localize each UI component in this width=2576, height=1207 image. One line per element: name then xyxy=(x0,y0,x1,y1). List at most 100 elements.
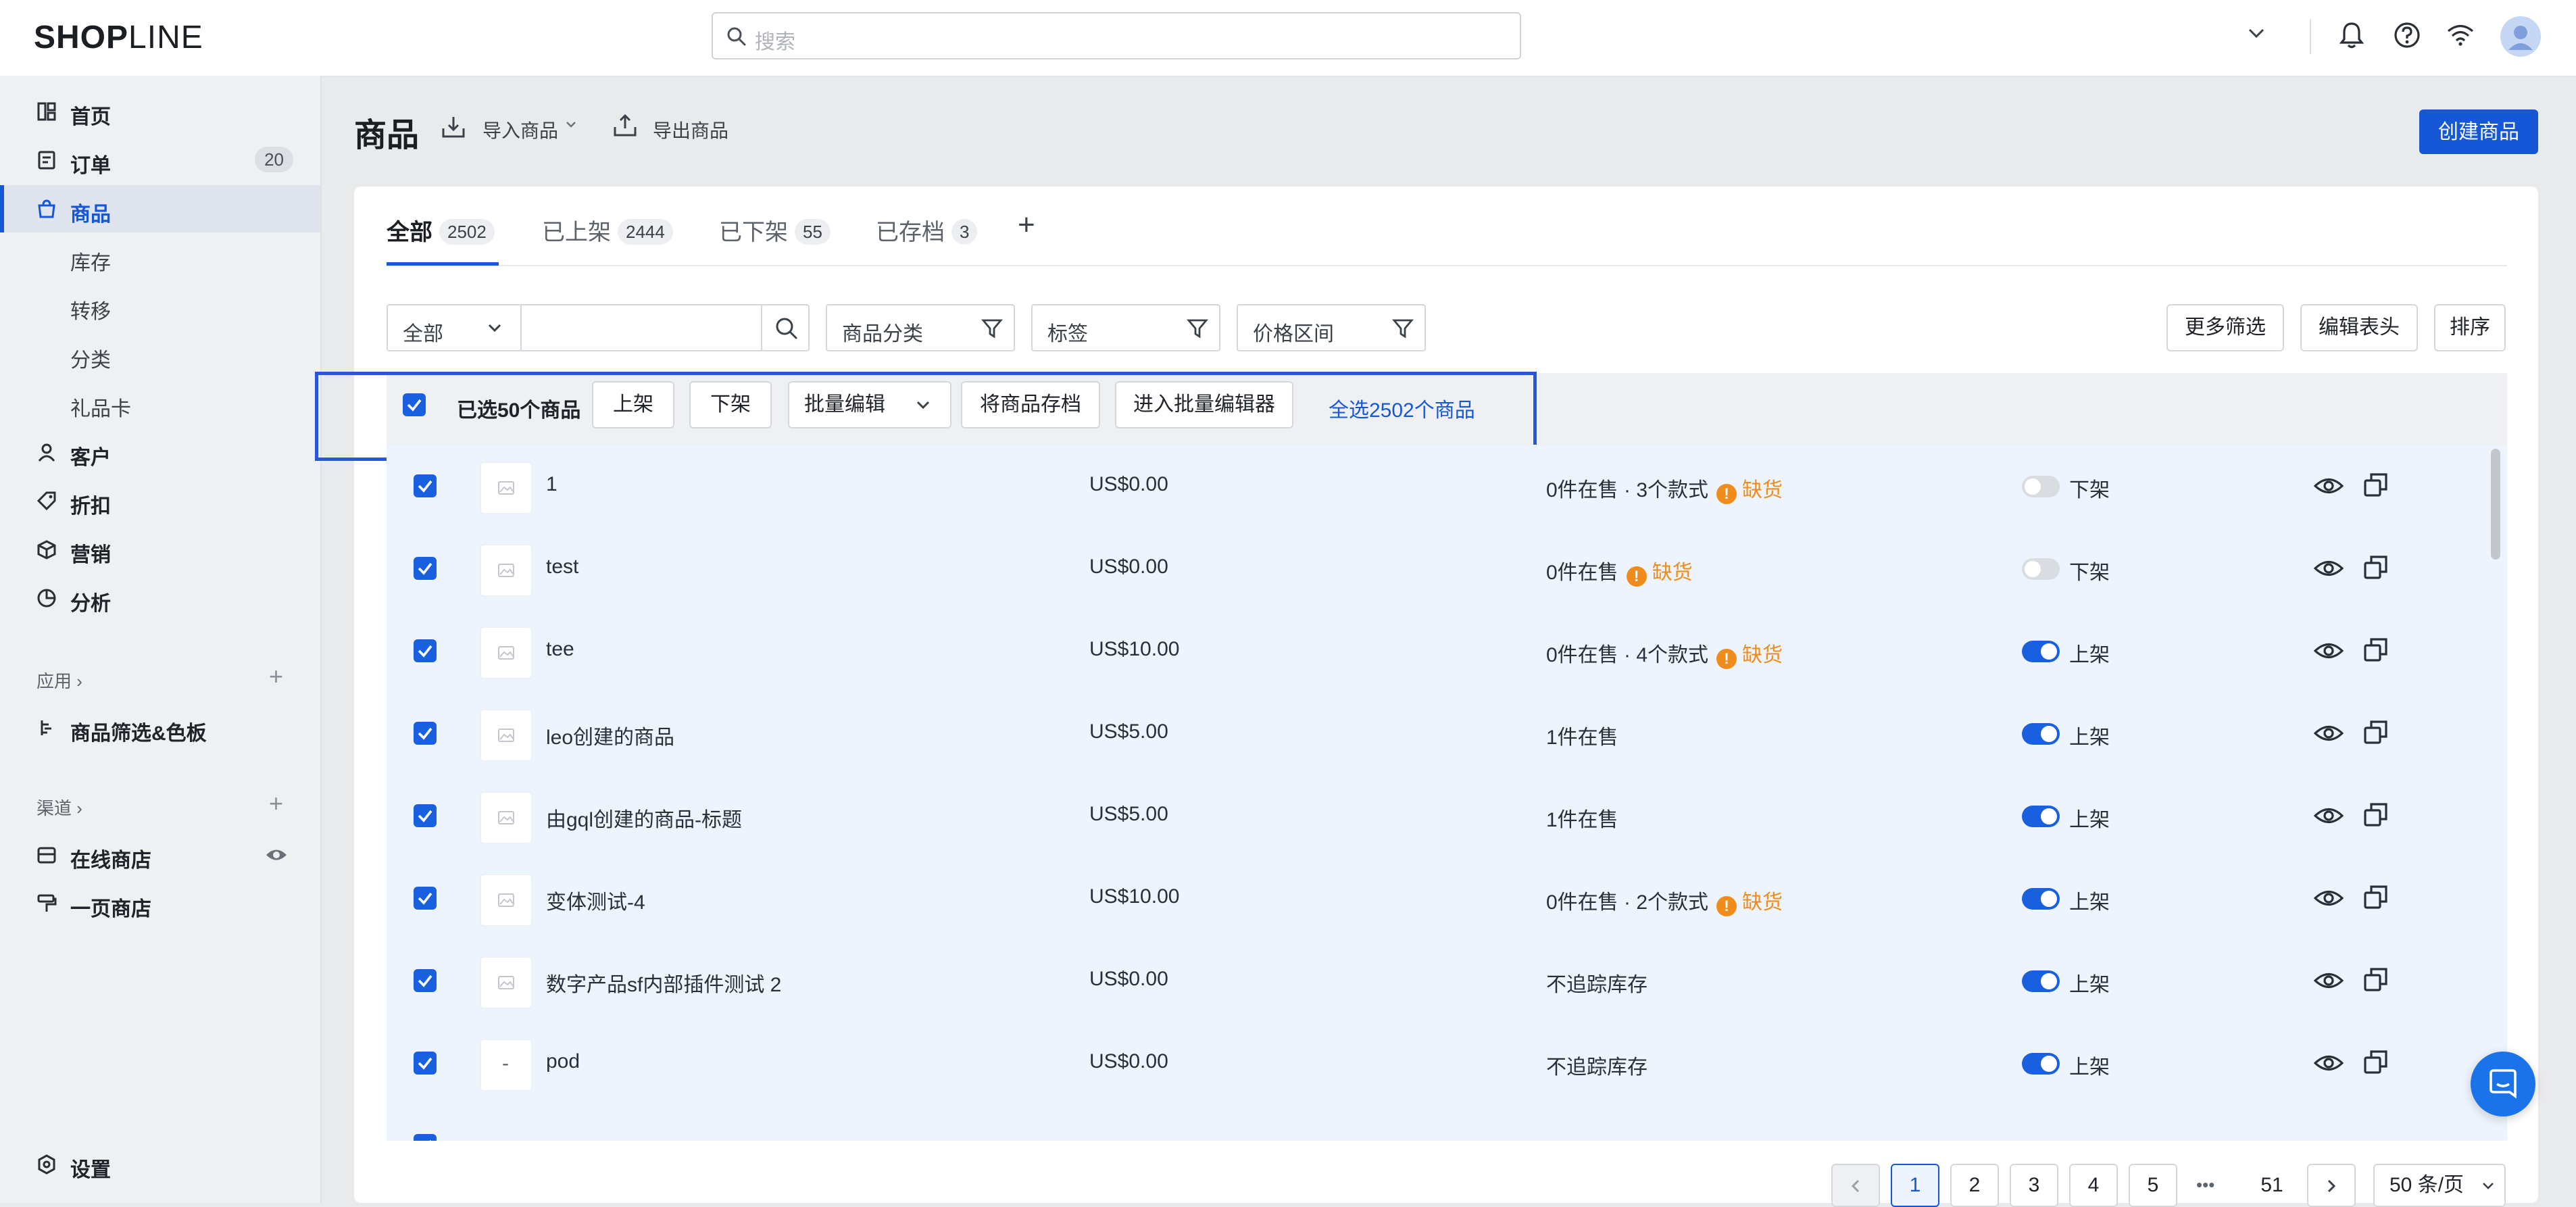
table-row[interactable]: test US$0.00 0件在售! 缺货 下架 xyxy=(387,527,2507,611)
product-name[interactable]: test xyxy=(546,556,578,578)
add-tab-plus-icon[interactable]: + xyxy=(1018,208,1035,242)
row-checkbox[interactable] xyxy=(414,722,437,745)
page-button-2[interactable]: 2 xyxy=(1950,1164,1999,1207)
filter-scope-select[interactable]: 全部 xyxy=(387,304,522,351)
preview-eye-icon[interactable] xyxy=(2314,1053,2344,1073)
table-row[interactable]: 变体测试-4 US$10.00 0件在售 · 2个款式! 缺货 上架 xyxy=(387,857,2507,941)
edit-columns-button[interactable]: 编辑表头 xyxy=(2300,304,2418,351)
publish-toggle[interactable] xyxy=(2022,476,2060,497)
page-button-3[interactable]: 3 xyxy=(2010,1164,2058,1207)
sidebar-item-categories[interactable]: 分类 xyxy=(0,331,320,378)
filter-price-range[interactable]: 价格区间 xyxy=(1237,304,1426,351)
table-row[interactable]: - pod US$0.00 不追踪库存 上架 xyxy=(387,1022,2507,1106)
publish-toggle[interactable] xyxy=(2022,641,2060,662)
store-switcher-chevron-icon[interactable] xyxy=(2246,26,2267,42)
product-name[interactable]: 1 xyxy=(546,473,558,496)
help-icon[interactable] xyxy=(2392,20,2422,50)
preview-eye-icon[interactable] xyxy=(2314,476,2344,496)
sidebar-item-home[interactable]: 首页 xyxy=(0,88,320,135)
page-button-1[interactable]: 1 xyxy=(1891,1164,1939,1207)
page-button-4[interactable]: 4 xyxy=(2069,1164,2118,1207)
table-scrollbar[interactable] xyxy=(2491,449,2500,560)
sidebar-item-marketing[interactable]: 营销 xyxy=(0,526,320,573)
avatar[interactable] xyxy=(2500,16,2541,57)
publish-toggle[interactable] xyxy=(2022,1053,2060,1075)
page-button-last[interactable]: 51 xyxy=(2248,1164,2296,1207)
duplicate-icon[interactable] xyxy=(2362,637,2389,664)
sidebar-item-discounts[interactable]: 折扣 xyxy=(0,477,320,524)
sidebar-item-orders[interactable]: 订单 20 xyxy=(0,137,320,184)
sidebar-item-online-store[interactable]: 在线商店 xyxy=(0,831,320,879)
preview-eye-icon[interactable] xyxy=(2314,888,2344,908)
duplicate-icon[interactable] xyxy=(2362,554,2389,581)
pagination-ellipsis[interactable]: ••• xyxy=(2196,1175,2214,1196)
filter-tags[interactable]: 标签 xyxy=(1031,304,1220,351)
product-name[interactable]: 数字产品sf内部插件测试 2 xyxy=(546,968,781,997)
more-filters-button[interactable]: 更多筛选 xyxy=(2166,304,2284,351)
duplicate-icon[interactable] xyxy=(2362,802,2389,829)
table-row[interactable]: 1 US$0.00 0件在售 · 3个款式! 缺货 下架 xyxy=(387,445,2507,528)
publish-toggle[interactable] xyxy=(2022,723,2060,745)
sidebar-item-analytics[interactable]: 分析 xyxy=(0,574,320,622)
duplicate-icon[interactable] xyxy=(2362,966,2389,993)
preview-eye-icon[interactable] xyxy=(2314,806,2344,826)
row-checkbox[interactable] xyxy=(414,1134,437,1141)
table-row[interactable]: 数字产品sf内部插件测试 2 US$0.00 不追踪库存 上架 xyxy=(387,939,2507,1023)
publish-toggle[interactable] xyxy=(2022,558,2060,580)
next-page-button[interactable] xyxy=(2307,1164,2356,1207)
view-store-eye-icon[interactable] xyxy=(265,846,288,864)
product-name[interactable]: tee xyxy=(546,638,574,661)
duplicate-icon[interactable] xyxy=(2362,1049,2389,1076)
table-row-partial[interactable] xyxy=(387,1104,2507,1141)
duplicate-icon[interactable] xyxy=(2362,472,2389,499)
duplicate-icon[interactable] xyxy=(2362,719,2389,746)
sort-button[interactable]: 排序 xyxy=(2434,304,2506,351)
sidebar-item-gift-cards[interactable]: 礼品卡 xyxy=(0,380,320,427)
prev-page-button[interactable] xyxy=(1831,1164,1880,1207)
tab-archived[interactable]: 已存档 3 xyxy=(876,214,978,268)
product-name[interactable]: leo创建的商品 xyxy=(546,720,674,750)
bell-icon[interactable] xyxy=(2339,20,2364,50)
create-product-button[interactable]: 创建商品 xyxy=(2419,109,2538,154)
search-input[interactable]: 搜索 xyxy=(712,12,1521,59)
row-checkbox[interactable] xyxy=(414,887,437,910)
duplicate-icon[interactable] xyxy=(2362,884,2389,911)
sidebar-item-app-filter[interactable]: 商品筛选&色板 xyxy=(0,704,320,752)
row-checkbox[interactable] xyxy=(414,557,437,580)
row-checkbox[interactable] xyxy=(414,474,437,497)
sidebar-item-transfers[interactable]: 转移 xyxy=(0,282,320,330)
publish-toggle[interactable] xyxy=(2022,970,2060,992)
preview-eye-icon[interactable] xyxy=(2314,970,2344,991)
tab-all[interactable]: 全部 2502 xyxy=(387,214,495,268)
apps-section-header[interactable]: 应用 › xyxy=(36,668,82,693)
preview-eye-icon[interactable] xyxy=(2314,641,2344,661)
table-row[interactable]: 由gql创建的商品-标题 US$5.00 1件在售 上架 xyxy=(387,774,2507,858)
sidebar-item-products[interactable]: 商品 xyxy=(0,185,320,232)
add-app-plus-icon[interactable]: + xyxy=(269,662,283,691)
chat-support-button[interactable] xyxy=(2471,1052,2535,1116)
table-row[interactable]: leo创建的商品 US$5.00 1件在售 上架 xyxy=(387,692,2507,776)
product-name[interactable]: 由gql创建的商品-标题 xyxy=(546,803,742,833)
preview-eye-icon[interactable] xyxy=(2314,558,2344,578)
search-button[interactable] xyxy=(761,304,810,351)
product-name[interactable]: 变体测试-4 xyxy=(546,885,645,915)
page-size-select[interactable]: 50 条/页 xyxy=(2373,1164,2506,1207)
filter-category[interactable]: 商品分类 xyxy=(826,304,1015,351)
page-button-5[interactable]: 5 xyxy=(2129,1164,2177,1207)
row-checkbox[interactable] xyxy=(414,969,437,992)
tab-unpublished[interactable]: 已下架 55 xyxy=(719,214,831,268)
preview-eye-icon[interactable] xyxy=(2314,723,2344,743)
sidebar-item-customers[interactable]: 客户 xyxy=(0,428,320,476)
row-checkbox[interactable] xyxy=(414,1052,437,1075)
publish-toggle[interactable] xyxy=(2022,806,2060,827)
sidebar-item-settings[interactable]: 设置 xyxy=(0,1141,320,1188)
row-checkbox[interactable] xyxy=(414,804,437,827)
publish-toggle[interactable] xyxy=(2022,888,2060,910)
tab-published[interactable]: 已上架 2444 xyxy=(542,214,673,268)
sidebar-item-one-page-store[interactable]: 一页商店 xyxy=(0,880,320,927)
table-row[interactable]: tee US$10.00 0件在售 · 4个款式! 缺货 上架 xyxy=(387,610,2507,693)
keyword-input[interactable] xyxy=(520,304,762,351)
row-checkbox[interactable] xyxy=(414,639,437,662)
channels-section-header[interactable]: 渠道 › xyxy=(36,795,82,820)
product-name[interactable]: pod xyxy=(546,1050,580,1073)
